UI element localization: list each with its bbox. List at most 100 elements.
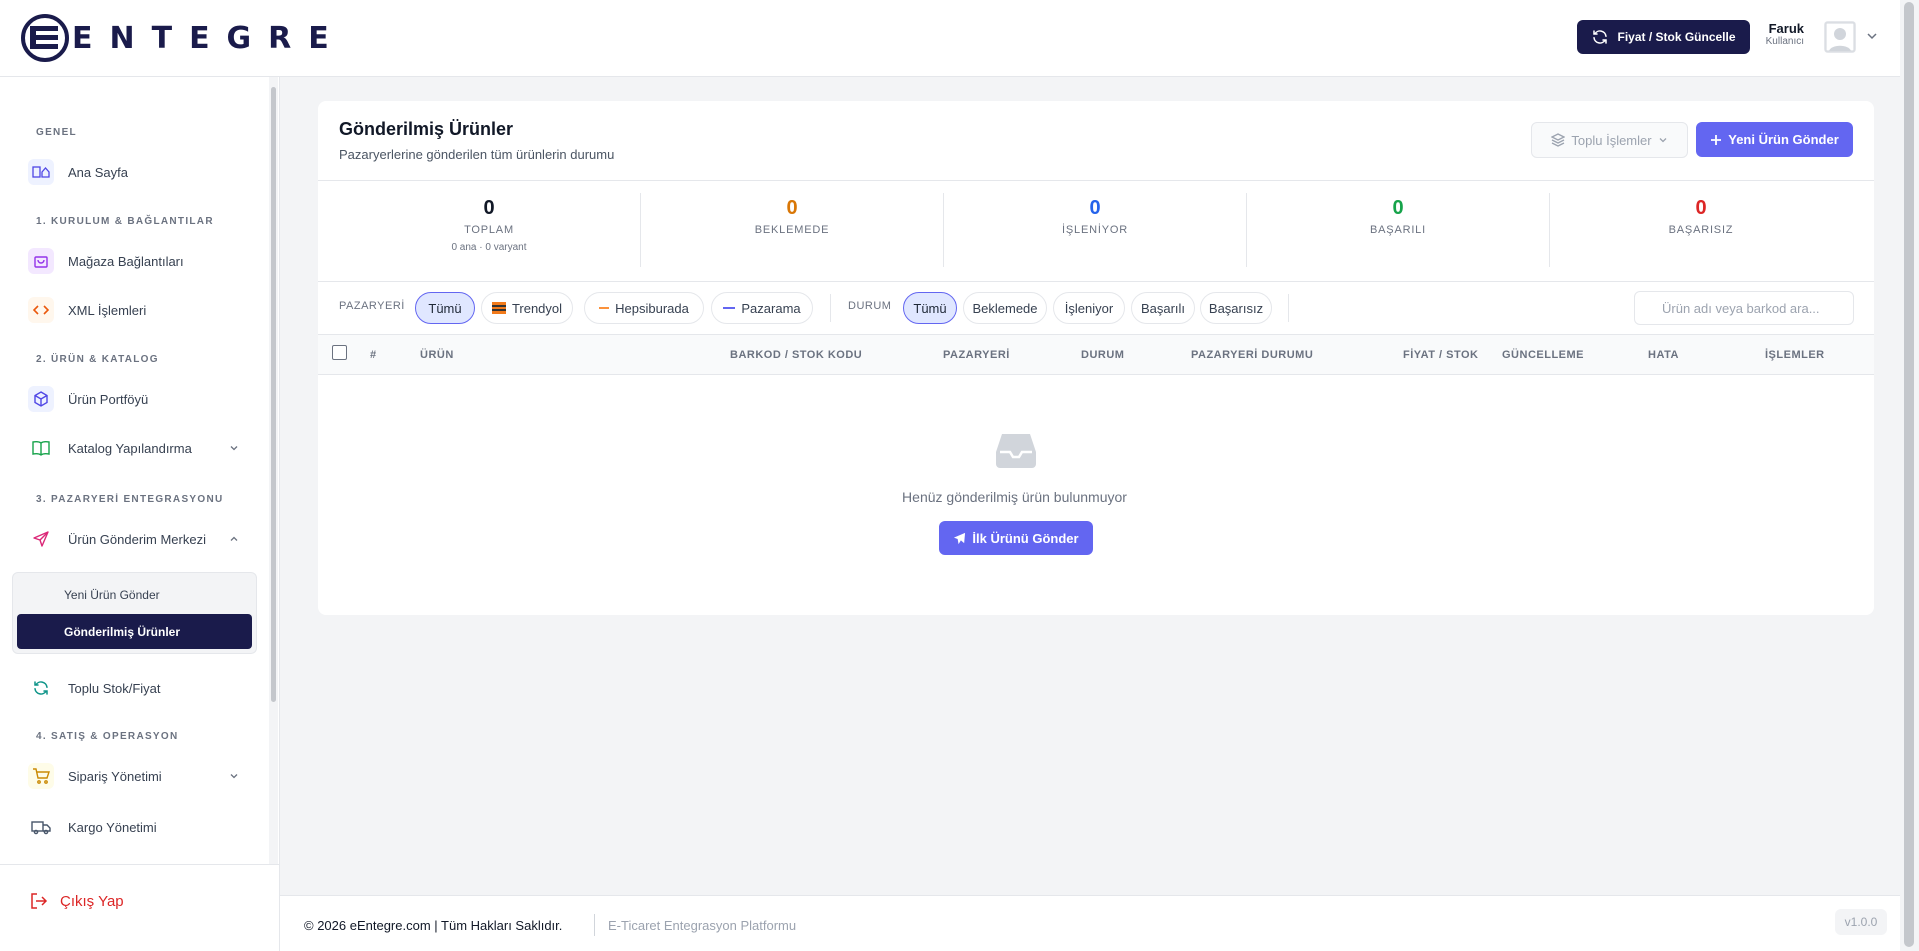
sidebar-item-label: Ürün Portföyü — [68, 391, 149, 407]
marketplace-filter-trendyol[interactable]: Trendyol — [481, 292, 573, 324]
sidebar-item-label: XML İşlemleri — [68, 302, 147, 318]
inbox-icon — [996, 434, 1036, 468]
marketplace-filter-pazarama[interactable]: Pazarama — [711, 292, 813, 324]
stat-separator — [943, 193, 944, 267]
sidebar-item-label: Kargo Yönetimi — [68, 819, 157, 835]
column-header-barcode[interactable]: BARKOD / STOK KODU — [730, 349, 862, 361]
user-avatar-icon — [1825, 22, 1855, 52]
sidebar-item-cargo[interactable]: Kargo Yönetimi — [28, 811, 243, 843]
user-role: Kullanıcı — [1765, 36, 1804, 47]
column-header-error[interactable]: HATA — [1648, 349, 1679, 361]
avatar[interactable] — [1824, 21, 1856, 53]
sidebar-item-xml[interactable]: XML İşlemleri — [28, 294, 243, 326]
column-header-status[interactable]: DURUM — [1081, 349, 1124, 361]
sidebar-item-bulk-stock-price[interactable]: Toplu Stok/Fiyat — [28, 672, 243, 704]
sidebar-item-new-send[interactable]: Yeni Ürün Gönder — [64, 588, 160, 602]
cube-icon — [28, 386, 54, 412]
send-first-product-button[interactable]: İlk Ürünü Gönder — [939, 521, 1093, 555]
page-subtitle: Pazaryerlerine gönderilen tüm ürünlerin … — [339, 147, 615, 162]
new-product-send-label: Yeni Ürün Gönder — [1728, 132, 1839, 147]
price-stock-update-button[interactable]: Fiyat / Stok Güncelle — [1577, 20, 1750, 54]
bulk-actions-button[interactable]: Toplu İşlemler — [1531, 122, 1688, 158]
marketplace-filter-label: PAZARYERİ — [339, 300, 405, 312]
stat-separator — [640, 193, 641, 267]
page-scrollbar-thumb[interactable] — [1904, 2, 1914, 947]
column-header-product[interactable]: ÜRÜN — [420, 349, 454, 361]
sidebar-item-sent-products[interactable]: Gönderilmiş Ürünler — [17, 614, 252, 649]
stat-total-label: TOPLAM — [464, 224, 514, 236]
empty-state-text: Henüz gönderilmiş ürün bulunmuyor — [902, 489, 1127, 505]
sidebar-item-store-connections[interactable]: Mağaza Bağlantıları — [28, 245, 243, 277]
status-filter-failed[interactable]: Başarısız — [1200, 292, 1272, 324]
stat-total-value: 0 — [483, 197, 495, 219]
filter-separator — [830, 294, 831, 322]
logo-icon — [21, 14, 69, 62]
truck-icon — [28, 814, 54, 840]
sidebar-item-label: Gönderilmiş Ürünler — [64, 624, 181, 639]
sidebar-item-label: Mağaza Bağlantıları — [68, 253, 184, 269]
table-header: # ÜRÜN BARKOD / STOK KODU PAZARYERİ DURU… — [318, 334, 1874, 375]
sidebar-item-portfolio[interactable]: Ürün Portföyü — [28, 383, 243, 415]
logout-label: Çıkış Yap — [60, 892, 124, 910]
logo-text: ENTEGRE — [72, 20, 346, 56]
sidebar-scrollbar-thumb[interactable] — [271, 87, 276, 702]
sidebar-item-send-center[interactable]: Ürün Gönderim Merkezi — [28, 523, 243, 555]
status-filter-all[interactable]: Tümü — [903, 292, 957, 324]
chevron-down-icon — [1659, 138, 1667, 143]
divider — [318, 281, 1874, 282]
bulk-actions-label: Toplu İşlemler — [1571, 132, 1652, 148]
stat-failed-label: BAŞARISIZ — [1668, 224, 1734, 236]
column-header-updated[interactable]: GÜNCELLEME — [1502, 349, 1584, 361]
logo[interactable]: ENTEGRE — [20, 13, 346, 63]
new-product-send-button[interactable]: Yeni Ürün Gönder — [1696, 122, 1853, 157]
shopping-bag-icon — [28, 248, 54, 274]
section-genel: GENEL — [36, 127, 77, 138]
column-header-marketplace-status[interactable]: PAZARYERİ DURUMU — [1191, 349, 1313, 361]
sidebar-divider — [0, 864, 279, 865]
select-all-checkbox[interactable] — [332, 345, 347, 360]
column-header-price-stock[interactable]: FİYAT / STOK — [1403, 349, 1478, 361]
sidebar-item-catalog[interactable]: Katalog Yapılandırma — [28, 432, 243, 464]
stat-total-sub: 0 ana · 0 varyant — [451, 242, 527, 253]
chevron-down-icon[interactable] — [1866, 30, 1878, 42]
stat-processing: 0 İŞLENİYOR — [945, 197, 1245, 236]
column-header-marketplace[interactable]: PAZARYERİ — [943, 349, 1010, 361]
sidebar-item-orders[interactable]: Sipariş Yönetimi — [28, 760, 243, 792]
send-icon — [28, 526, 54, 552]
stat-separator — [1246, 193, 1247, 267]
cart-icon — [28, 763, 54, 789]
top-header: ENTEGRE Fiyat / Stok Güncelle Faruk Kull… — [0, 0, 1900, 77]
column-header-actions: İŞLEMLER — [1765, 349, 1825, 361]
marketplace-filter-hepsiburada[interactable]: Hepsiburada — [584, 292, 704, 324]
divider — [318, 180, 1874, 181]
footer: © 2026 eEntegre.com | Tüm Hakları Saklıd… — [280, 895, 1900, 951]
footer-copyright: © 2026 eEntegre.com | Tüm Hakları Saklıd… — [304, 918, 563, 933]
search-input[interactable]: Ürün adı veya barkod ara... — [1634, 291, 1854, 325]
chevron-down-icon — [230, 774, 238, 779]
section-pazaryeri: 3. PAZARYERİ ENTEGRASYONU — [36, 494, 224, 505]
price-stock-update-label: Fiyat / Stok Güncelle — [1617, 30, 1736, 44]
chip-label: Trendyol — [511, 300, 563, 316]
user-info[interactable]: Faruk Kullanıcı — [1762, 21, 1804, 47]
chip-label: Hepsiburada — [615, 300, 689, 316]
logout-button[interactable]: Çıkış Yap — [30, 892, 124, 910]
sidebar-item-home[interactable]: Ana Sayfa — [28, 156, 243, 188]
refresh-icon — [28, 675, 54, 701]
sidebar-item-label: Toplu Stok/Fiyat — [68, 680, 161, 696]
status-filter-pending[interactable]: Beklemede — [963, 292, 1047, 324]
stat-processing-value: 0 — [1089, 197, 1101, 219]
sent-products-card: Gönderilmiş Ürünler Pazaryerlerine gönde… — [318, 101, 1874, 615]
stat-processing-label: İŞLENİYOR — [1062, 224, 1128, 236]
logout-icon — [31, 893, 48, 909]
status-filter-label: DURUM — [848, 300, 892, 312]
code-icon — [28, 297, 54, 323]
chevron-down-icon — [230, 446, 238, 451]
footer-platform-text: E-Ticaret Entegrasyon Platformu — [608, 918, 797, 933]
status-filter-success[interactable]: Başarılı — [1131, 292, 1195, 324]
home-icon — [28, 159, 54, 185]
status-filter-processing[interactable]: İşleniyor — [1053, 292, 1125, 324]
marketplace-filter-all[interactable]: Tümü — [415, 292, 475, 324]
refresh-icon — [1593, 30, 1608, 44]
chip-label: Pazarama — [741, 300, 801, 316]
chevron-up-icon — [230, 536, 238, 541]
